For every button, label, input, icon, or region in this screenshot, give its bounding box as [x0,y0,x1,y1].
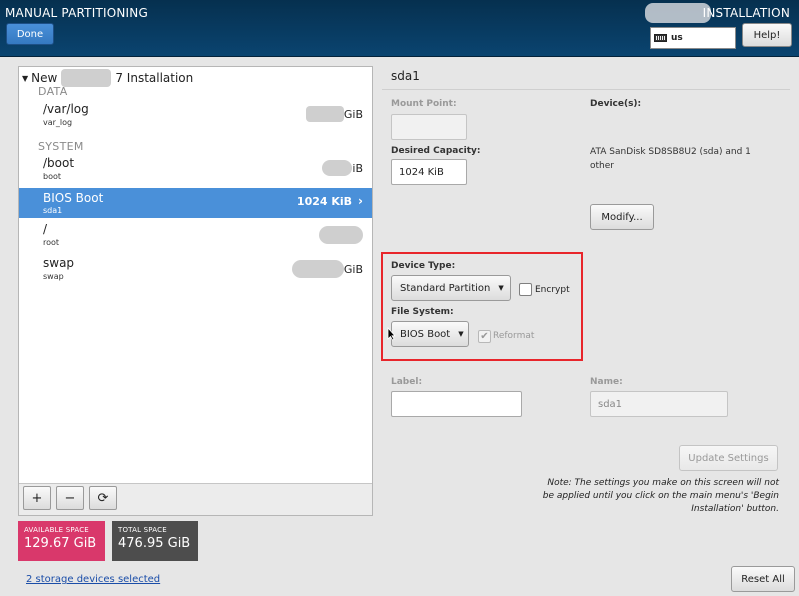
total-space-label: TOTAL SPACE [118,526,167,534]
encrypt-label: Encrypt [535,285,570,295]
mouse-cursor-icon [387,327,396,341]
installation-name-suffix: 7 Installation [115,71,194,85]
add-partition-button[interactable]: + [23,486,51,510]
device-type-value: Standard Partition [400,282,491,294]
partition-device: var_log [43,118,73,127]
available-space-box: AVAILABLE SPACE 129.67 GiB [18,521,105,561]
checkmark-icon: ✔ [480,331,489,342]
keyboard-layout-indicator[interactable]: us [650,27,736,49]
partition-size: iB [322,160,363,176]
available-space-label: AVAILABLE SPACE [24,526,89,534]
partition-size-unit: GiB [343,107,363,121]
partition-row-swap[interactable]: swap swap GiB [19,256,372,286]
partition-mount: / [43,222,48,236]
help-button[interactable]: Help! [742,23,792,47]
devices-value: ATA SanDisk SD8SB8U2 (sda) and 1 other [590,147,751,171]
name-field-label: Name: [590,377,623,387]
partition-size [319,226,363,244]
partition-size: 1024 KiB › [297,194,363,208]
reformat-checkbox[interactable]: ✔ [478,330,491,343]
partition-row-var-log[interactable]: /var/log var_log GiB [19,102,372,132]
total-space-box: TOTAL SPACE 476.95 GiB [112,521,198,561]
installation-name-prefix: New [31,71,58,85]
section-label-system: SYSTEM [38,140,84,153]
mount-point-input[interactable] [391,114,467,140]
redacted-region [61,69,112,87]
device-type-dropdown[interactable]: Standard Partition ▼ [391,275,511,301]
redacted-region [322,160,353,176]
partition-device: boot [43,172,62,181]
keyboard-icon [654,34,667,42]
partition-size: GiB [291,260,363,278]
desired-capacity-input[interactable]: 1024 KiB [391,159,467,185]
dropdown-arrow-icon: ▼ [458,330,464,338]
desired-capacity-label: Desired Capacity: [391,146,481,156]
partition-size-unit: iB [352,161,363,175]
divider [382,89,790,90]
partition-device: sda1 [43,206,63,215]
redacted-region [305,106,344,122]
partition-size-unit: GiB [343,262,363,276]
refresh-icon[interactable]: ⟳ [89,486,117,510]
remove-partition-button[interactable]: − [56,486,84,510]
expand-triangle-icon[interactable]: ▼ [22,74,28,83]
storage-devices-link[interactable]: 2 storage devices selected [26,574,160,585]
page-title: MANUAL PARTITIONING [5,6,148,20]
file-system-label: File System: [391,307,454,317]
redacted-region [319,226,363,244]
partition-mount: /boot [43,156,75,170]
partition-row-root[interactable]: / root [19,222,372,252]
partition-tree-panel: ▼ New 7 Installation DATA /var/log var_l… [18,66,373,516]
partition-size-value: 1024 KiB [296,194,353,208]
reset-all-button[interactable]: Reset All [731,566,795,592]
partition-mount: /var/log [43,102,89,116]
label-input[interactable] [391,391,522,417]
settings-note: Note: The settings you make on this scre… [542,478,779,514]
partition-device: swap [43,272,64,281]
partition-mount: BIOS Boot [43,191,104,205]
partition-mount: swap [43,256,75,270]
label-field-label: Label: [391,377,423,387]
installation-title: INSTALLATION [702,6,790,20]
total-space-value: 476.95 GiB [118,536,191,551]
partition-size: GiB [305,106,363,122]
reformat-label: Reformat [493,331,535,341]
name-input[interactable]: sda1 [590,391,728,417]
device-type-label: Device Type: [391,261,456,271]
redacted-region [291,260,344,278]
encrypt-checkbox[interactable] [519,283,532,296]
chevron-right-icon: › [358,194,363,208]
dropdown-arrow-icon: ▼ [498,284,504,292]
file-system-dropdown[interactable]: BIOS Boot ▼ [391,321,469,347]
mount-point-label: Mount Point: [391,99,457,109]
keyboard-layout-label: us [671,33,683,43]
partition-toolbar: + − ⟳ [19,483,372,515]
redacted-region [645,3,711,23]
section-label-data: DATA [38,85,68,98]
modify-button[interactable]: Modify... [590,204,654,230]
partition-row-boot[interactable]: /boot boot iB [19,156,372,186]
header-bar: MANUAL PARTITIONING INSTALLATION Done us… [0,0,799,57]
devices-label: Device(s): [590,99,642,109]
available-space-value: 129.67 GiB [24,536,97,551]
partition-detail-title: sda1 [391,69,420,83]
partition-row-bios-boot[interactable]: BIOS Boot sda1 1024 KiB › [19,188,372,218]
file-system-value: BIOS Boot [400,328,451,340]
done-button[interactable]: Done [6,23,54,45]
update-settings-button[interactable]: Update Settings [679,445,778,471]
partition-device: root [43,238,60,247]
